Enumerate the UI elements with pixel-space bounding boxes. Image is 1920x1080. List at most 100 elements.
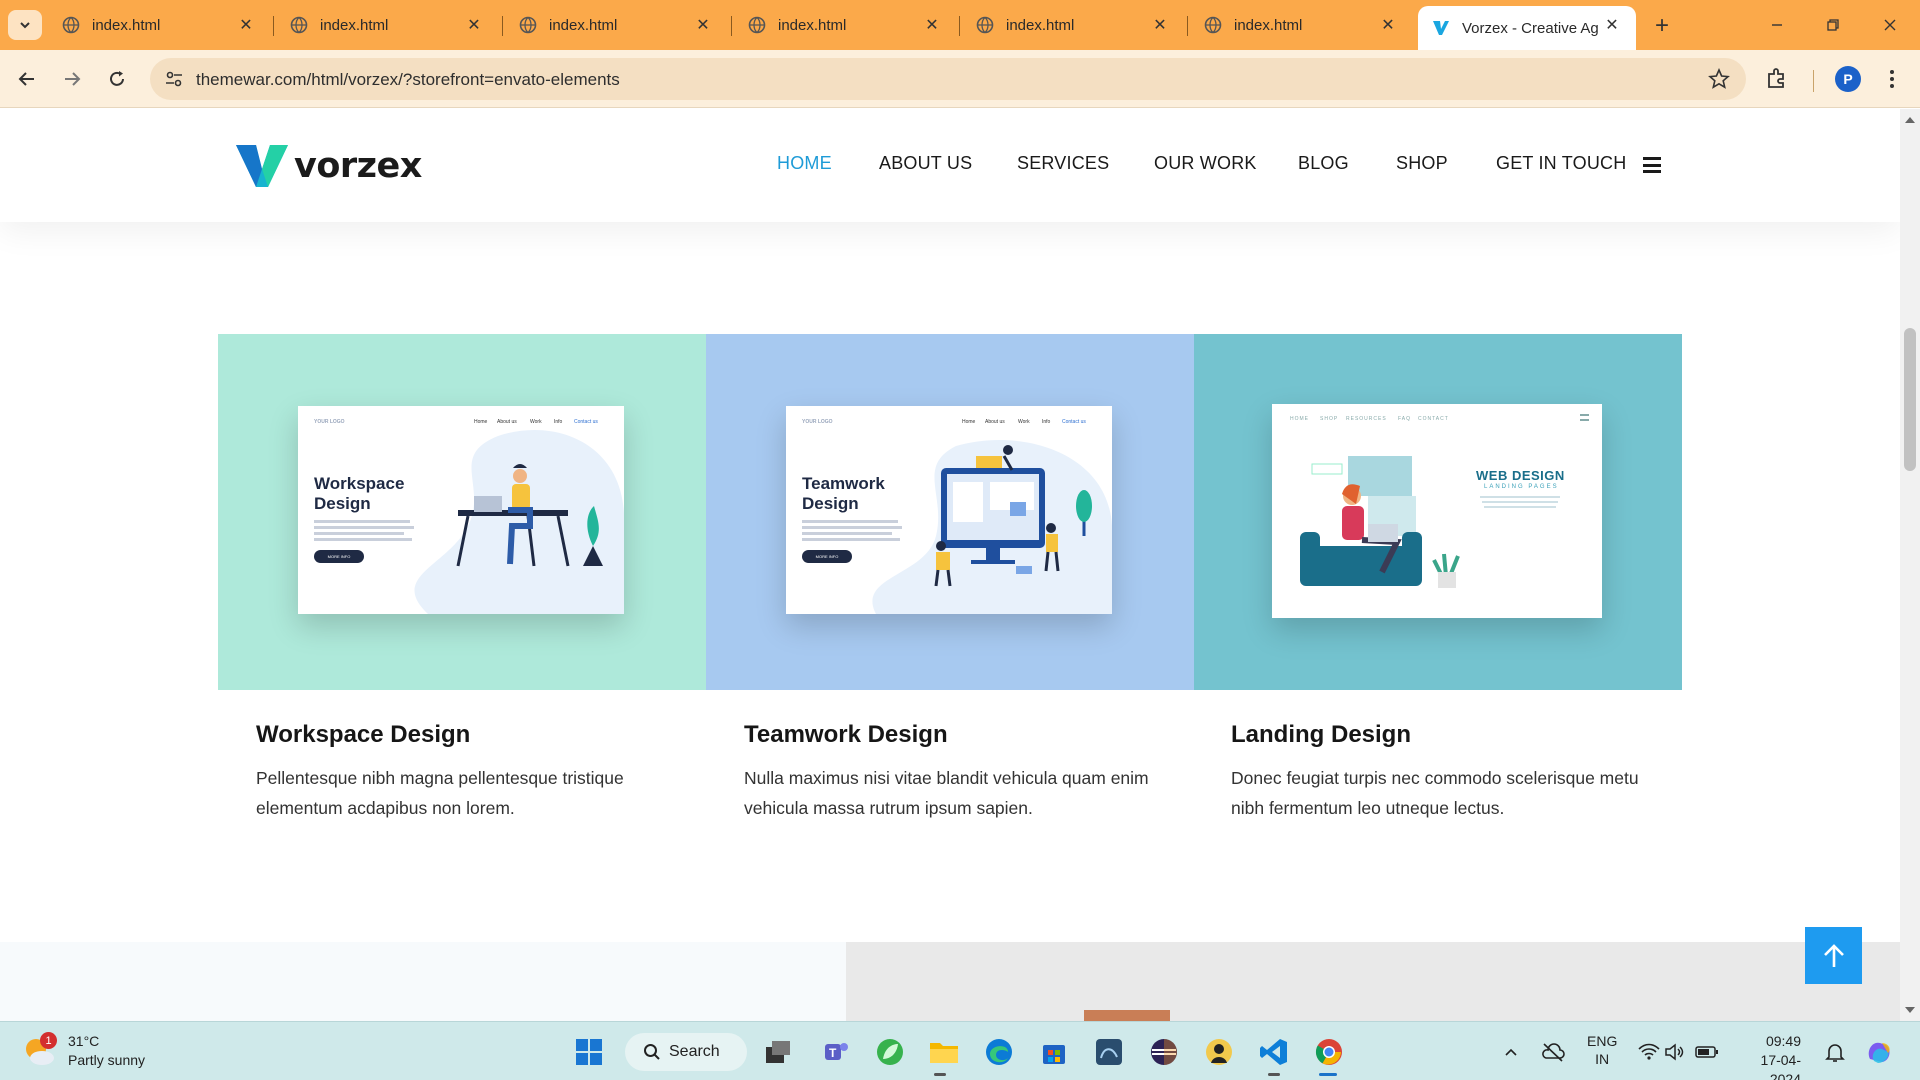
minimize-icon — [1772, 24, 1782, 26]
leaf-app-icon[interactable] — [873, 1035, 907, 1069]
card-description: Pellentesque nibh magna pellentesque tri… — [256, 768, 624, 818]
language-indicator[interactable]: ENG IN — [1587, 1032, 1617, 1068]
copilot-icon[interactable] — [1862, 1035, 1896, 1069]
browser-tab-active[interactable]: Vorzex - Creative Ag ✕ — [1418, 6, 1636, 50]
close-icon[interactable]: ✕ — [236, 15, 256, 35]
portfolio-image-workspace[interactable]: YOUR LOGO Home About us Work Info Contac… — [218, 334, 706, 690]
eclipse-icon[interactable] — [1147, 1035, 1181, 1069]
mock-heading: Design — [802, 494, 859, 513]
browser-tab[interactable]: index.html ✕ — [276, 6, 498, 44]
card-title[interactable]: Workspace Design — [256, 721, 470, 749]
tab-title: index.html — [549, 16, 618, 34]
clock-time: 09:49 — [1765, 1033, 1801, 1049]
tab-divider — [273, 16, 274, 36]
close-icon[interactable]: ✕ — [693, 15, 713, 35]
taskbar-search[interactable]: Search — [625, 1033, 747, 1071]
tab-divider — [959, 16, 960, 36]
nav-about-us[interactable]: ABOUT US — [879, 153, 972, 174]
edge-icon[interactable] — [982, 1035, 1016, 1069]
minimize-button[interactable] — [1757, 10, 1797, 40]
restore-button[interactable] — [1813, 10, 1853, 40]
browser-tab[interactable]: index.html ✕ — [48, 6, 270, 44]
mock-heading: Design — [314, 494, 371, 513]
weather-desc: Partly sunny — [68, 1052, 146, 1068]
weather-widget[interactable]: 1 31°C Partly sunny — [22, 1032, 145, 1070]
browser-tab[interactable]: index.html ✕ — [1190, 6, 1412, 44]
page-scrollbar[interactable] — [1900, 109, 1920, 1021]
scroll-down-icon[interactable] — [1905, 1007, 1915, 1013]
card-title[interactable]: Landing Design — [1231, 721, 1411, 749]
scroll-up-icon[interactable] — [1905, 117, 1915, 123]
profile-avatar[interactable]: P — [1835, 66, 1861, 92]
clock[interactable]: 09:49 17-04-2024 — [1741, 1032, 1801, 1080]
close-icon[interactable]: ✕ — [1378, 15, 1398, 35]
nav-blog[interactable]: BLOG — [1298, 153, 1349, 174]
region-code: IN — [1595, 1051, 1610, 1067]
restore-icon — [1827, 19, 1839, 31]
mock-link: About us — [497, 419, 517, 425]
window-close-button[interactable] — [1870, 10, 1910, 40]
mock-heading: WEB DESIGN — [1476, 468, 1565, 483]
extensions-icon[interactable] — [1765, 66, 1789, 90]
mock-heading: Teamwork — [802, 474, 885, 493]
nav-home[interactable]: HOME — [777, 153, 832, 174]
browser-tab[interactable]: index.html ✕ — [734, 6, 956, 44]
search-icon — [644, 1044, 660, 1060]
store-icon[interactable] — [1037, 1035, 1071, 1069]
close-icon[interactable]: ✕ — [1150, 15, 1170, 35]
nav-our-work[interactable]: OUR WORK — [1154, 153, 1257, 174]
volume-icon[interactable] — [1658, 1035, 1692, 1069]
language-code: ENG — [1587, 1033, 1618, 1049]
notification-bell-icon[interactable] — [1818, 1035, 1852, 1069]
portfolio-image-landing[interactable]: HOME SHOP RESOURCES FAQ CONTACT WEB DESI… — [1194, 334, 1682, 690]
tab-search-button[interactable] — [8, 10, 42, 40]
arrow-right-icon — [65, 72, 81, 86]
card-title[interactable]: Teamwork Design — [744, 721, 948, 749]
close-icon[interactable]: ✕ — [1602, 15, 1622, 35]
mock-link: Contact us — [574, 419, 598, 425]
running-indicator — [1268, 1073, 1280, 1076]
close-icon[interactable]: ✕ — [464, 15, 484, 35]
new-tab-button[interactable]: + — [1648, 12, 1676, 40]
mock-logo: YOUR LOGO — [314, 419, 345, 425]
windows-logo-icon — [576, 1039, 602, 1065]
bookmark-star-icon[interactable] — [1708, 68, 1730, 90]
landing-illustration — [1300, 456, 1460, 588]
site-header: vorzex HOME ABOUT US SERVICES OUR WORK B… — [0, 109, 1900, 222]
mysql-workbench-icon[interactable] — [1092, 1035, 1126, 1069]
back-button[interactable] — [12, 64, 42, 94]
arrow-up-icon — [1823, 943, 1844, 967]
vscode-icon[interactable] — [1257, 1035, 1291, 1069]
nav-shop[interactable]: SHOP — [1396, 153, 1448, 174]
battery-icon[interactable] — [1690, 1035, 1724, 1069]
site-info-icon[interactable] — [164, 69, 184, 89]
url-text[interactable]: themewar.com/html/vorzex/?storefront=env… — [196, 70, 620, 90]
menu-hamburger-icon[interactable] — [1643, 157, 1661, 173]
back-to-top-button[interactable] — [1805, 927, 1862, 984]
chevron-up-icon[interactable] — [1494, 1035, 1528, 1069]
onedrive-offline-icon[interactable] — [1536, 1035, 1570, 1069]
browser-menu-icon[interactable] — [1882, 64, 1902, 94]
forward-button[interactable] — [57, 64, 87, 94]
task-view-icon[interactable] — [761, 1035, 795, 1069]
nav-get-in-touch[interactable]: GET IN TOUCH — [1496, 153, 1626, 174]
vorzex-favicon-icon — [1433, 21, 1449, 35]
close-icon[interactable]: ✕ — [922, 15, 942, 35]
tab-divider — [731, 16, 732, 36]
address-bar[interactable]: themewar.com/html/vorzex/?storefront=env… — [150, 58, 1746, 100]
chrome-icon[interactable] — [1312, 1035, 1346, 1069]
file-explorer-icon[interactable] — [927, 1035, 961, 1069]
mock-logo: YOUR LOGO — [802, 419, 833, 425]
app-icon[interactable] — [1202, 1035, 1236, 1069]
teams-icon[interactable]: T — [819, 1035, 853, 1069]
main-navigation: HOME ABOUT US SERVICES OUR WORK BLOG SHO… — [0, 153, 1900, 179]
globe-icon — [1204, 16, 1222, 34]
portfolio-image-teamwork[interactable]: YOUR LOGO Home About us Work Info Contac… — [706, 334, 1194, 690]
browser-tab[interactable]: index.html ✕ — [505, 6, 727, 44]
page-viewport: vorzex HOME ABOUT US SERVICES OUR WORK B… — [0, 109, 1900, 1021]
scrollbar-thumb[interactable] — [1904, 328, 1916, 471]
start-button[interactable] — [572, 1035, 606, 1069]
nav-services[interactable]: SERVICES — [1017, 153, 1109, 174]
reload-button[interactable] — [102, 64, 132, 94]
browser-tab[interactable]: index.html ✕ — [962, 6, 1184, 44]
